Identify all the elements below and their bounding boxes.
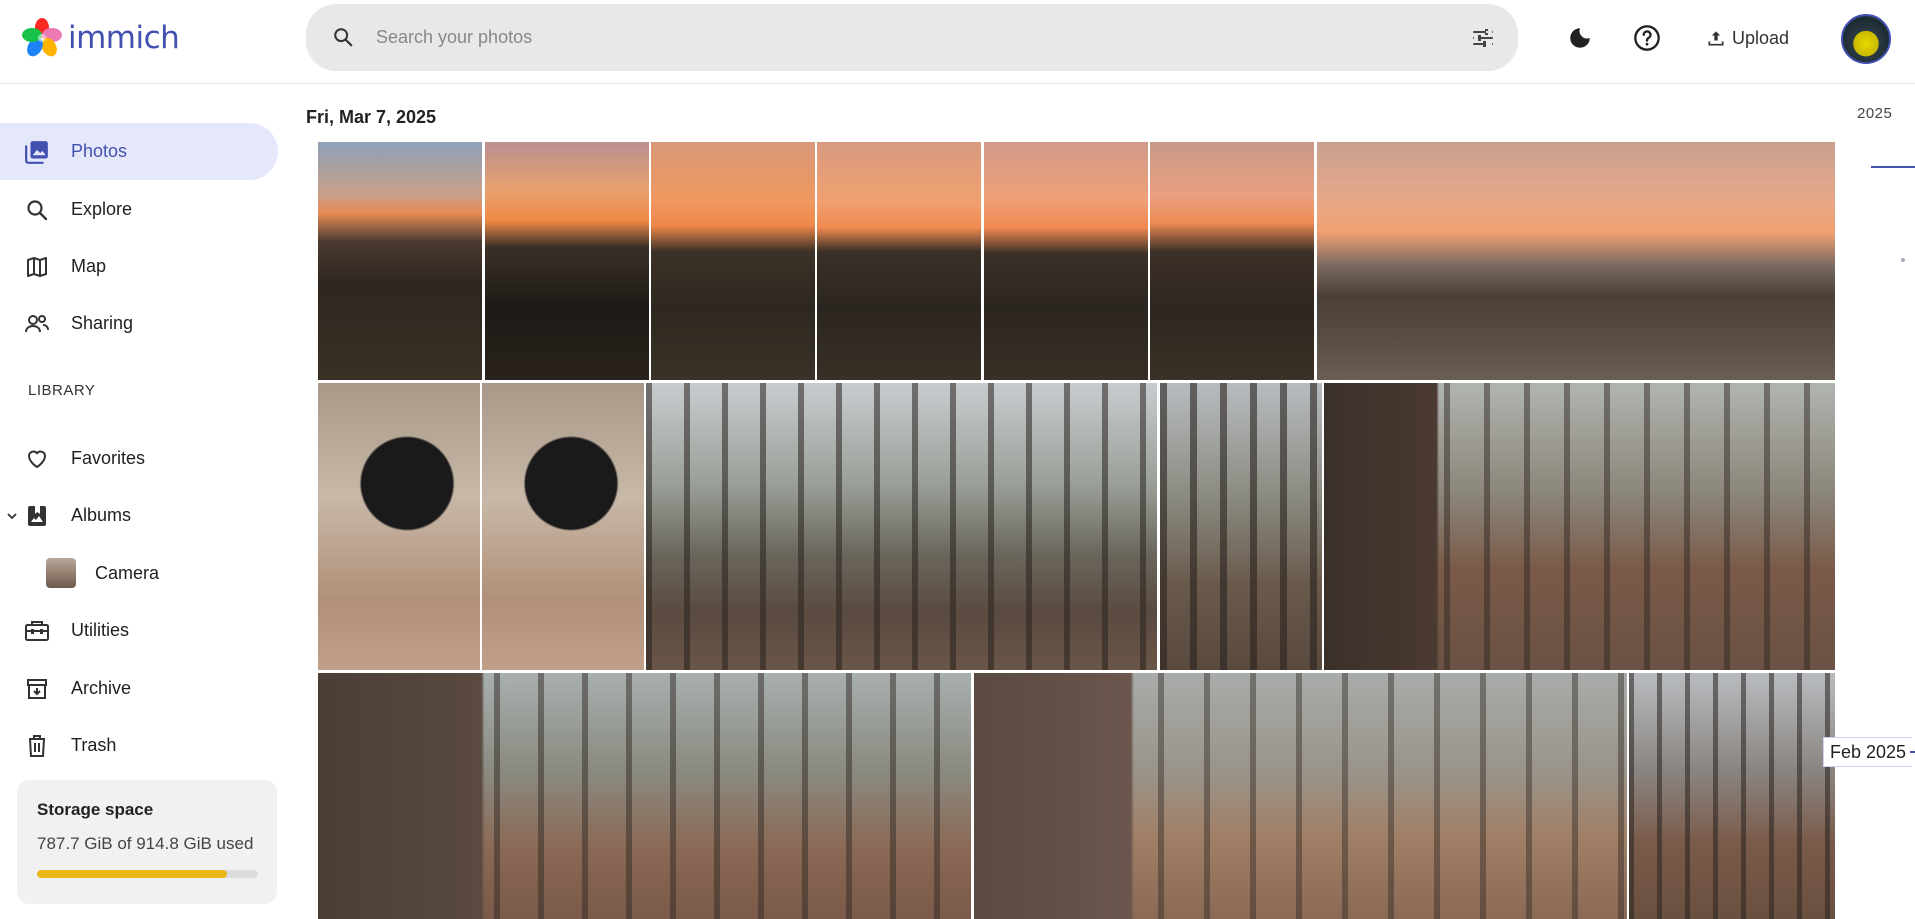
sidebar-item-label: Camera [95, 563, 160, 583]
sidebar-item-label: Explore [71, 199, 133, 219]
storage-bar-fill [37, 870, 228, 878]
sidebar-item-label: Trash [71, 735, 117, 755]
archive-icon [23, 675, 51, 703]
photo-thumbnail[interactable] [318, 673, 971, 919]
sidebar-item-trash[interactable]: Trash [0, 717, 278, 774]
photo-thumbnail[interactable] [318, 142, 482, 380]
photo-thumbnail[interactable] [1150, 142, 1314, 380]
map-icon [23, 253, 51, 281]
sidebar: Photos Explore Map Sharing LIBRARY Favor… [0, 85, 290, 919]
storage-bar [37, 870, 258, 878]
scrubber-hover-label: Feb 2025 [1823, 737, 1913, 767]
heart-icon [23, 445, 51, 473]
photo-thumbnail[interactable] [1324, 383, 1835, 670]
toolbox-icon [23, 617, 51, 645]
chevron-down-icon[interactable] [6, 509, 18, 527]
help-button[interactable] [1629, 20, 1665, 56]
sidebar-item-favorites[interactable]: Favorites [0, 430, 278, 487]
sidebar-item-explore[interactable]: Explore [0, 181, 278, 238]
scrubber-dot [1901, 258, 1905, 262]
library-section-label: LIBRARY [28, 382, 96, 399]
scrubber-position-indicator[interactable] [1871, 166, 1915, 168]
photo-thumbnail[interactable] [1317, 142, 1835, 380]
sidebar-item-label: Albums [71, 505, 132, 525]
album-icon [23, 502, 51, 530]
theme-toggle-button[interactable] [1562, 20, 1598, 56]
photo-thumbnail[interactable] [646, 383, 1157, 670]
storage-panel: Storage space 787.7 GiB of 914.8 GiB use… [17, 780, 277, 904]
sidebar-item-map[interactable]: Map [0, 238, 278, 295]
storage-usage: 787.7 GiB of 914.8 GiB used [37, 834, 254, 853]
upload-button[interactable]: Upload [1706, 20, 1789, 56]
sidebar-item-utilities[interactable]: Utilities [0, 602, 278, 659]
immich-logo[interactable]: immich [22, 18, 180, 58]
photo-thumbnail[interactable] [1629, 673, 1835, 919]
user-avatar[interactable] [1841, 14, 1891, 64]
help-icon [1634, 25, 1660, 51]
sidebar-item-albums[interactable]: Albums [0, 487, 278, 544]
photo-thumbnail[interactable] [974, 673, 1627, 919]
sidebar-item-photos[interactable]: Photos [0, 123, 278, 180]
sidebar-item-label: Favorites [71, 448, 146, 468]
magnify-icon [23, 196, 51, 224]
photo-thumbnail[interactable] [485, 142, 649, 380]
sidebar-item-label: Sharing [71, 313, 134, 333]
people-icon [23, 310, 51, 338]
scrubber-year-label: 2025 [1857, 105, 1893, 122]
sidebar-item-label: Map [71, 256, 107, 276]
storage-title: Storage space [37, 800, 154, 819]
date-group-title: Fri, Mar 7, 2025 [306, 107, 437, 127]
moon-icon [1570, 28, 1590, 48]
upload-icon [1708, 31, 1724, 46]
sidebar-item-archive[interactable]: Archive [0, 660, 278, 717]
app-name: immich [68, 20, 180, 56]
search-options-icon[interactable] [1472, 28, 1494, 53]
photo-thumbnail[interactable] [984, 142, 1148, 380]
trash-icon [23, 732, 51, 760]
sidebar-item-sharing[interactable]: Sharing [0, 295, 278, 352]
sidebar-item-album-camera[interactable]: Camera [0, 545, 278, 602]
immich-logo-icon [22, 18, 62, 57]
sidebar-item-label: Archive [71, 678, 132, 698]
upload-label: Upload [1732, 27, 1790, 48]
photo-thumbnail[interactable] [1160, 383, 1322, 670]
photo-thumbnail[interactable] [318, 383, 480, 670]
search-bar[interactable] [306, 4, 1518, 71]
scrubber-hover-marker [1910, 751, 1915, 753]
sidebar-item-label: Photos [71, 141, 128, 161]
search-icon[interactable] [332, 26, 354, 53]
album-thumbnail [46, 558, 76, 588]
top-bar: immich Upload [0, 0, 1915, 84]
sidebar-item-label: Utilities [71, 620, 130, 640]
photo-thumbnail[interactable] [482, 383, 644, 670]
photos-icon [23, 138, 51, 166]
photo-thumbnail[interactable] [651, 142, 815, 380]
search-input[interactable] [376, 22, 1376, 52]
photo-thumbnail[interactable] [817, 142, 981, 380]
